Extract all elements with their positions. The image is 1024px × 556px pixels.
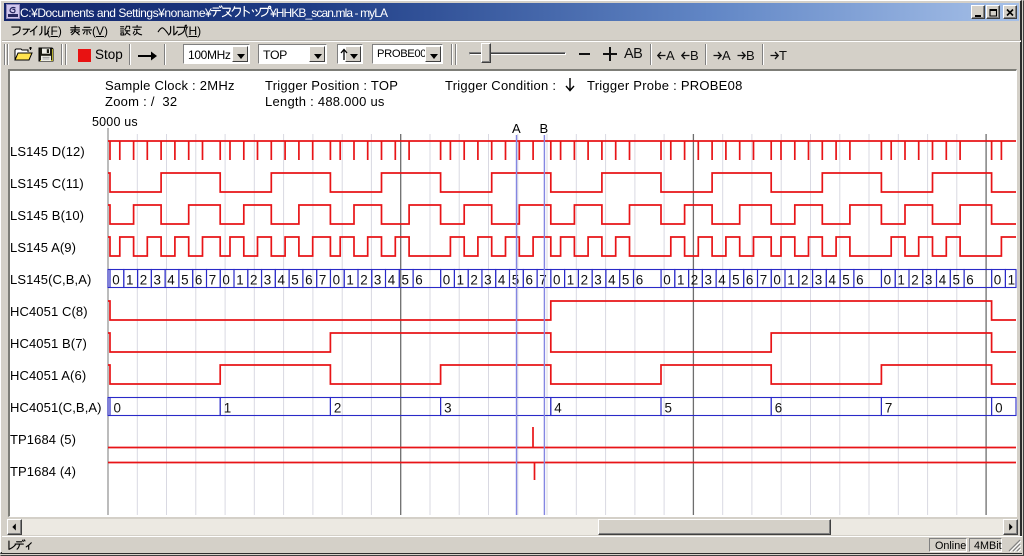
svg-text:0: 0 (222, 273, 229, 288)
svg-text:7: 7 (539, 273, 546, 288)
svg-text:0: 0 (114, 401, 121, 416)
svg-text:1: 1 (346, 273, 353, 288)
svg-text:6: 6 (775, 401, 782, 416)
svg-text:5: 5 (732, 273, 739, 288)
svg-text:6: 6 (305, 273, 312, 288)
svg-text:2: 2 (691, 273, 698, 288)
svg-text:6: 6 (966, 273, 973, 288)
svg-text:0: 0 (663, 273, 670, 288)
svg-text:0: 0 (884, 273, 891, 288)
svg-text:1: 1 (677, 273, 684, 288)
svg-text:2: 2 (250, 273, 257, 288)
svg-text:6: 6 (856, 273, 863, 288)
svg-text:7: 7 (760, 273, 767, 288)
svg-text:4: 4 (278, 273, 286, 288)
svg-text:0: 0 (333, 273, 340, 288)
svg-text:5: 5 (842, 273, 849, 288)
svg-text:2: 2 (911, 273, 918, 288)
svg-text:1: 1 (224, 401, 231, 416)
svg-text:2: 2 (470, 273, 477, 288)
svg-text:3: 3 (925, 273, 932, 288)
svg-text:4: 4 (939, 273, 947, 288)
svg-text:1: 1 (567, 273, 574, 288)
svg-text:5: 5 (622, 273, 629, 288)
svg-text:4: 4 (554, 401, 562, 416)
svg-text:0: 0 (995, 401, 1002, 416)
svg-text:3: 3 (815, 273, 822, 288)
svg-text:4: 4 (498, 273, 506, 288)
svg-text:2: 2 (334, 401, 341, 416)
svg-text:2: 2 (801, 273, 808, 288)
svg-text:5: 5 (181, 273, 188, 288)
svg-text:0: 0 (773, 273, 780, 288)
svg-text:0: 0 (553, 273, 560, 288)
svg-text:4: 4 (718, 273, 726, 288)
svg-text:3: 3 (484, 273, 491, 288)
svg-text:4: 4 (388, 273, 396, 288)
svg-text:0: 0 (112, 273, 119, 288)
svg-text:3: 3 (154, 273, 161, 288)
svg-text:4: 4 (829, 273, 837, 288)
svg-text:2: 2 (581, 273, 588, 288)
svg-text:3: 3 (264, 273, 271, 288)
svg-text:5: 5 (512, 273, 519, 288)
svg-text:1: 1 (1008, 273, 1015, 288)
svg-text:1: 1 (457, 273, 464, 288)
svg-text:6: 6 (526, 273, 533, 288)
svg-text:5: 5 (291, 273, 298, 288)
svg-text:6: 6 (195, 273, 202, 288)
svg-text:1: 1 (236, 273, 243, 288)
svg-text:2: 2 (360, 273, 367, 288)
svg-text:7: 7 (319, 273, 326, 288)
svg-text:3: 3 (374, 273, 381, 288)
svg-text:7: 7 (209, 273, 216, 288)
svg-text:5: 5 (953, 273, 960, 288)
svg-text:5: 5 (402, 273, 409, 288)
svg-text:6: 6 (415, 273, 422, 288)
svg-text:6: 6 (746, 273, 753, 288)
svg-text:0: 0 (443, 273, 450, 288)
svg-text:2: 2 (140, 273, 147, 288)
svg-text:7: 7 (885, 401, 892, 416)
svg-text:3: 3 (444, 401, 451, 416)
svg-text:0: 0 (994, 273, 1001, 288)
svg-text:5: 5 (665, 401, 672, 416)
svg-text:1: 1 (126, 273, 133, 288)
svg-text:4: 4 (167, 273, 175, 288)
svg-text:6: 6 (636, 273, 643, 288)
svg-text:1: 1 (787, 273, 794, 288)
svg-text:3: 3 (705, 273, 712, 288)
svg-text:4: 4 (608, 273, 616, 288)
svg-text:3: 3 (594, 273, 601, 288)
svg-text:1: 1 (897, 273, 904, 288)
